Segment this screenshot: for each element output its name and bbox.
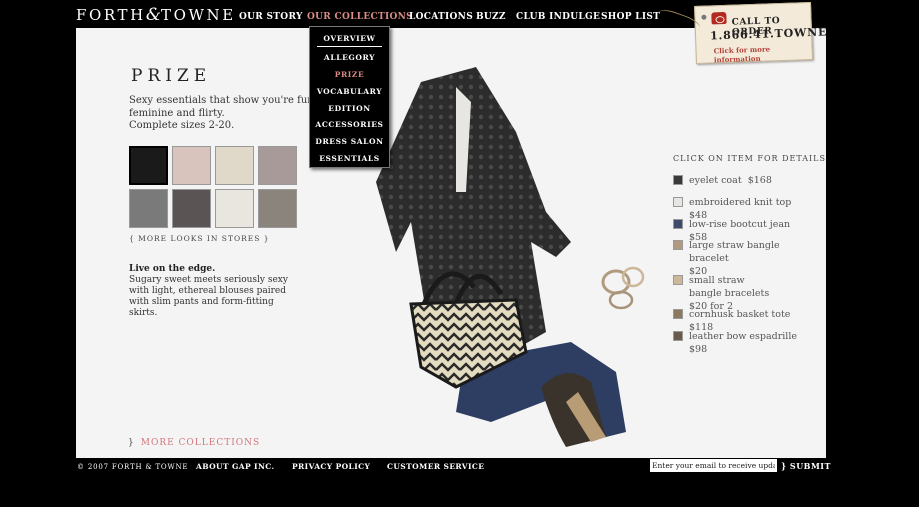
item-price: $168 (747, 175, 772, 186)
item-swatch (673, 275, 683, 285)
footer-about-link[interactable]: ABOUT GAP INC. (196, 462, 274, 471)
menu-item-prize[interactable]: PRIZE (310, 70, 389, 79)
more-info-link: Click for more information (713, 44, 771, 65)
edge-text: Sugary sweet meets seriously sexy with l… (129, 275, 288, 318)
more-looks-link[interactable]: { MORE LOOKS IN STORES } (129, 234, 270, 243)
description-text: Sexy essentials that show you're fun, fe… (129, 95, 317, 119)
item-swatch (673, 309, 683, 319)
collection-description: Sexy essentials that show you're fun, fe… (129, 95, 319, 133)
look-thumbnail[interactable] (258, 189, 297, 228)
item-name: large straw bangle bracelet (689, 240, 780, 264)
item-name: embroidered knit top (689, 197, 792, 208)
main-content: PRIZE Sexy essentials that show you're f… (76, 28, 826, 458)
copyright: © 2007 FORTH & TOWNE (77, 463, 189, 471)
look-thumbnail[interactable] (129, 146, 168, 185)
logo-word-right: TOWNE (160, 6, 236, 24)
item-name: leather bow espadrille (689, 331, 797, 342)
menu-item-essentials[interactable]: ESSENTIALS (310, 154, 389, 163)
collection-title: PRIZE (131, 66, 212, 86)
look-thumbnail[interactable] (172, 146, 211, 185)
nav-our-collections[interactable]: OUR COLLECTIONS (307, 12, 413, 22)
nav-shop-list[interactable]: SHOP LIST (601, 12, 660, 22)
more-collections-link[interactable]: } MORE COLLECTIONS (128, 438, 260, 448)
logo-ampersand: & (145, 5, 161, 25)
item-large-bangle[interactable]: large straw bangle bracelet $20 (673, 239, 813, 278)
menu-item-allegory[interactable]: ALLEGORY (310, 53, 389, 62)
item-swatch (673, 331, 683, 341)
item-name: cornhusk basket tote (689, 309, 791, 320)
item-swatch (673, 197, 683, 207)
item-swatch (673, 240, 683, 250)
look-thumbnail[interactable] (215, 189, 254, 228)
sizes-text: Complete sizes 2-20. (129, 120, 235, 131)
item-swatch (673, 219, 683, 229)
menu-item-vocabulary[interactable]: VOCABULARY (310, 87, 389, 96)
nav-club-indulge[interactable]: CLUB INDULGE (516, 12, 600, 22)
footer-privacy-link[interactable]: PRIVACY POLICY (292, 462, 370, 471)
submit-button[interactable]: } SUBMIT (781, 461, 831, 471)
menu-item-accessories[interactable]: ACCESSORIES (310, 120, 389, 129)
item-swatch (673, 175, 683, 185)
item-name: eyelet coat (689, 175, 742, 186)
look-thumbnail[interactable] (172, 189, 211, 228)
item-name: small straw bangle bracelets (689, 275, 770, 299)
menu-item-dress-salon[interactable]: DRESS SALON (310, 137, 389, 146)
call-to-order-tag[interactable]: CALL TO ORDER 1.866.41.TOWNE Click for m… (653, 1, 827, 65)
more-collections-label: MORE COLLECTIONS (140, 438, 261, 448)
item-eyelet-coat[interactable]: eyelet coat $168 (673, 174, 813, 187)
item-name: low-rise bootcut jean (689, 219, 791, 230)
brand-logo[interactable]: FORTH&TOWNE (76, 5, 236, 25)
footer-service-link[interactable]: CUSTOMER SERVICE (387, 462, 484, 471)
nav-our-story[interactable]: OUR STORY (239, 12, 303, 22)
email-field[interactable] (650, 459, 777, 472)
look-thumbnail[interactable] (258, 146, 297, 185)
menu-item-edition[interactable]: EDITION (310, 104, 389, 113)
edge-heading: Live on the edge. (129, 264, 216, 274)
nav-buzz[interactable]: BUZZ (476, 12, 506, 22)
bangle-small-2 (608, 290, 634, 310)
logo-word-left: FORTH (76, 6, 146, 24)
items-header: CLICK ON ITEM FOR DETAILS (673, 154, 826, 163)
nav-locations[interactable]: LOCATIONS (409, 12, 473, 22)
tag-hole (701, 14, 707, 20)
look-thumbnail[interactable] (215, 146, 254, 185)
brace-glyph: } (128, 438, 135, 448)
phone-icon (711, 11, 727, 25)
collections-dropdown: OVERVIEW ALLEGORY PRIZE VOCABULARY EDITI… (309, 26, 390, 168)
phone-number: 1.866.41.TOWNE (709, 25, 828, 43)
menu-item-overview[interactable]: OVERVIEW (317, 34, 382, 47)
look-thumbnail[interactable] (129, 189, 168, 228)
item-price: $98 (689, 344, 708, 355)
item-espadrille[interactable]: leather bow espadrille $98 (673, 330, 813, 356)
